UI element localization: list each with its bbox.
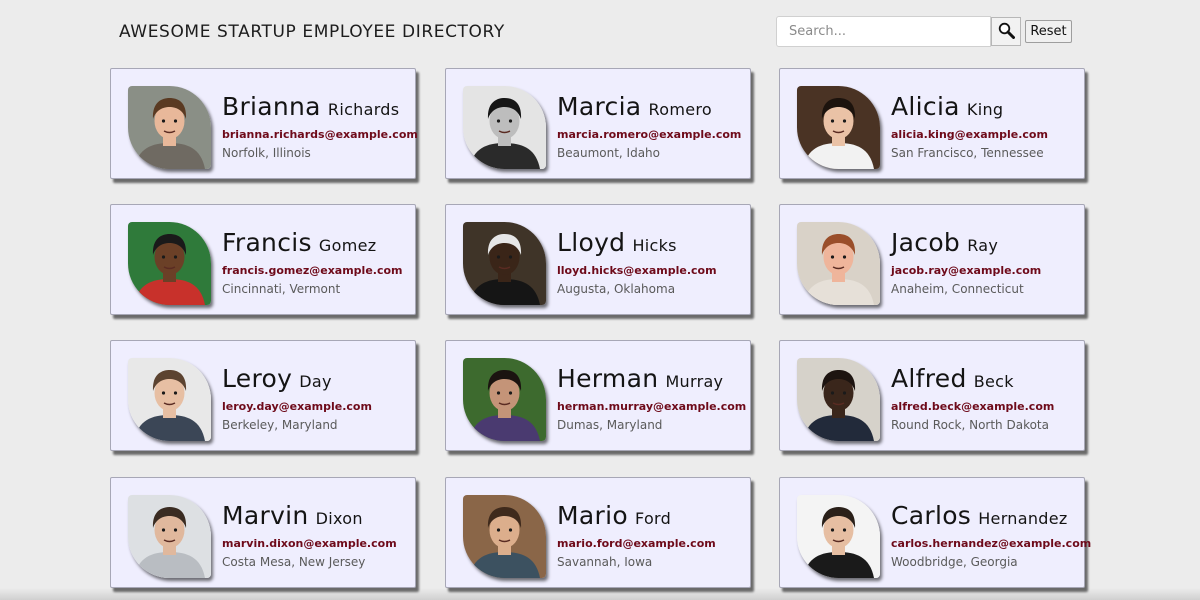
employee-card[interactable]: Mario Ford mario.ford@example.com Savannah… — [445, 477, 751, 588]
employee-first-name: Alfred — [891, 364, 967, 393]
employee-email[interactable]: jacob.ray@example.com — [891, 264, 1041, 277]
employee-email[interactable]: lloyd.hicks@example.com — [557, 264, 717, 277]
employee-email[interactable]: alicia.king@example.com — [891, 128, 1048, 141]
employee-location: Cincinnati, Vermont — [222, 282, 341, 296]
employee-name: Marcia Romero — [557, 92, 712, 125]
employee-card[interactable]: Alicia King alicia.king@example.com San Fr… — [779, 68, 1085, 179]
employee-last-name: Beck — [973, 372, 1014, 391]
employee-last-name: Romero — [648, 100, 712, 119]
employee-photo[interactable] — [797, 495, 880, 578]
employee-first-name: Marcia — [557, 92, 642, 121]
employee-photo[interactable] — [128, 222, 211, 305]
employee-name: Carlos Hernandez — [891, 501, 1068, 534]
employee-card[interactable]: Herman Murray herman.murray@example.com Du… — [445, 340, 751, 451]
page-title: AWESOME STARTUP EMPLOYEE DIRECTORY — [119, 22, 505, 42]
employee-last-name: Hicks — [632, 236, 677, 255]
employee-first-name: Brianna — [222, 92, 321, 121]
employee-photo[interactable] — [797, 358, 880, 441]
employee-photo[interactable] — [797, 86, 880, 169]
employee-last-name: Gomez — [318, 236, 377, 255]
employee-email[interactable]: herman.murray@example.com — [557, 400, 746, 413]
employee-location: Savannah, Iowa — [557, 555, 653, 569]
employee-email[interactable]: marcia.romero@example.com — [557, 128, 741, 141]
employee-email[interactable]: mario.ford@example.com — [557, 537, 716, 550]
employee-photo[interactable] — [128, 495, 211, 578]
employee-card[interactable]: Brianna Richards brianna.richards@example… — [110, 68, 418, 179]
page-header: AWESOME STARTUP EMPLOYEE DIRECTORY Reset — [0, 0, 1200, 60]
employee-location: Woodbridge, Georgia — [891, 555, 1018, 569]
employee-email[interactable]: alfred.beck@example.com — [891, 400, 1054, 413]
employee-first-name: Francis — [222, 228, 312, 257]
employee-email[interactable]: leroy.day@example.com — [222, 400, 372, 413]
employee-last-name: Dixon — [315, 509, 363, 528]
magnifier-icon — [998, 22, 1015, 42]
employee-photo[interactable] — [128, 358, 211, 441]
employee-location: Costa Mesa, New Jersey — [222, 555, 366, 569]
employee-location: Beaumont, Idaho — [557, 146, 661, 160]
employee-name: Lloyd Hicks — [557, 228, 677, 261]
employee-card[interactable]: Alfred Beck alfred.beck@example.com Round … — [779, 340, 1085, 451]
employee-name: Alicia King — [891, 92, 1003, 125]
employee-location: Dumas, Maryland — [557, 418, 663, 432]
employee-email[interactable]: brianna.richards@example.com — [222, 128, 418, 141]
employee-location: Round Rock, North Dakota — [891, 418, 1049, 432]
employee-last-name: Day — [299, 372, 332, 391]
search-button[interactable] — [991, 17, 1021, 46]
employee-first-name: Marvin — [222, 501, 309, 530]
employee-location: Norfolk, Illinois — [222, 146, 311, 160]
employee-location: Anaheim, Connecticut — [891, 282, 1024, 296]
employee-first-name: Lloyd — [557, 228, 626, 257]
search-input[interactable] — [776, 16, 991, 47]
employee-card[interactable]: Lloyd Hicks lloyd.hicks@example.com August… — [445, 204, 751, 315]
employee-location: Berkeley, Maryland — [222, 418, 338, 432]
employee-last-name: Ray — [967, 236, 999, 255]
employee-location: San Francisco, Tennessee — [891, 146, 1044, 160]
employee-name: Francis Gomez — [222, 228, 376, 261]
employee-first-name: Mario — [557, 501, 628, 530]
employee-first-name: Jacob — [891, 228, 961, 257]
employee-last-name: Ford — [635, 509, 672, 528]
employee-last-name: Murray — [665, 372, 724, 391]
employee-name: Jacob Ray — [891, 228, 998, 261]
employee-last-name: King — [966, 100, 1004, 119]
employee-name: Leroy Day — [222, 364, 332, 397]
employee-first-name: Carlos — [891, 501, 972, 530]
employee-first-name: Herman — [557, 364, 659, 393]
employee-name: Mario Ford — [557, 501, 671, 534]
employee-first-name: Alicia — [891, 92, 960, 121]
employee-location: Augusta, Oklahoma — [557, 282, 676, 296]
employee-card[interactable]: Marvin Dixon marvin.dixon@example.com Cost… — [110, 477, 416, 588]
employee-name: Marvin Dixon — [222, 501, 363, 534]
employee-last-name: Hernandez — [978, 509, 1068, 528]
employee-card[interactable]: Francis Gomez francis.gomez@example.com Ci… — [110, 204, 416, 315]
employee-name: Herman Murray — [557, 364, 723, 397]
employee-card[interactable]: Leroy Day leroy.day@example.com Berkeley, … — [110, 340, 416, 451]
employee-email[interactable]: carlos.hernandez@example.com — [891, 537, 1091, 550]
employee-last-name: Richards — [327, 100, 400, 119]
employee-card[interactable]: Marcia Romero marcia.romero@example.com Be… — [445, 68, 751, 179]
reset-button[interactable]: Reset — [1025, 20, 1072, 43]
employee-photo[interactable] — [463, 86, 546, 169]
employee-name: Brianna Richards — [222, 92, 399, 125]
employee-email[interactable]: marvin.dixon@example.com — [222, 537, 397, 550]
employee-photo[interactable] — [797, 222, 880, 305]
employee-photo[interactable] — [463, 495, 546, 578]
employee-photo[interactable] — [463, 358, 546, 441]
employee-photo[interactable] — [463, 222, 546, 305]
employee-grid: Brianna Richards brianna.richards@example… — [110, 68, 1091, 600]
employee-first-name: Leroy — [222, 364, 293, 393]
employee-photo[interactable] — [128, 86, 211, 169]
employee-email[interactable]: francis.gomez@example.com — [222, 264, 403, 277]
employee-card[interactable]: Jacob Ray jacob.ray@example.com Anaheim, C… — [779, 204, 1085, 315]
employee-name: Alfred Beck — [891, 364, 1014, 397]
bottom-shadow — [0, 588, 1200, 600]
employee-card[interactable]: Carlos Hernandez carlos.hernandez@example… — [779, 477, 1091, 588]
